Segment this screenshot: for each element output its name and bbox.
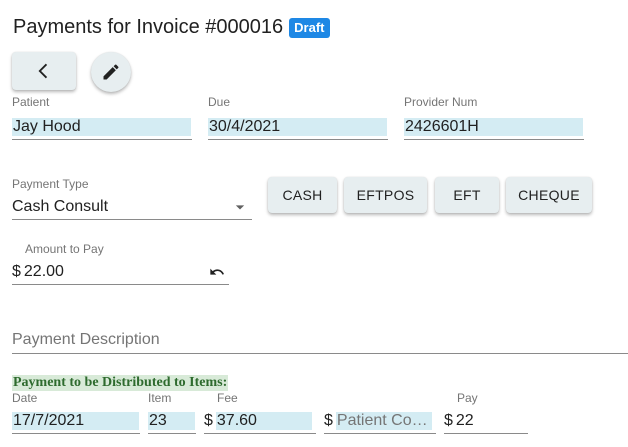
fee-label: Fee — [217, 391, 238, 405]
amount-value: 22.00 — [23, 262, 64, 280]
row-item-field[interactable]: 23 — [148, 408, 196, 434]
cheque-button[interactable]: CHEQUE — [506, 177, 592, 213]
row-fee-prefix: $ — [204, 411, 213, 429]
provider-num-label: Provider Num — [404, 95, 478, 109]
edit-button[interactable] — [91, 52, 131, 92]
due-label: Due — [208, 95, 231, 109]
chevron-left-icon — [38, 63, 48, 79]
patient-label: Patient — [12, 95, 50, 109]
row-pay-value: 22 — [455, 411, 474, 429]
due-field[interactable]: 30/4/2021 — [208, 114, 388, 140]
row-date-value: 17/7/2021 — [12, 411, 139, 430]
status-badge: Draft — [289, 17, 330, 38]
row-date-field[interactable]: 17/7/2021 — [12, 408, 140, 434]
distribution-title: Payment to be Distributed to Items: — [12, 375, 229, 391]
row-contrib-prefix: $ — [324, 411, 333, 429]
eftpos-button[interactable]: EFTPOS — [344, 177, 427, 213]
amount-label: Amount to Pay — [25, 242, 104, 256]
row-item-value: 23 — [148, 411, 195, 430]
provider-num-field[interactable]: 2426601H — [404, 114, 584, 140]
amount-field[interactable]: $ 22.00 — [12, 259, 229, 285]
cash-button[interactable]: CASH — [268, 177, 337, 213]
row-patient-contribution-field[interactable]: $ Patient Cont… — [324, 408, 436, 434]
item-label: Item — [148, 391, 172, 405]
patient-value: Jay Hood — [12, 117, 191, 136]
due-value: 30/4/2021 — [208, 117, 387, 136]
eft-button[interactable]: EFT — [435, 177, 499, 213]
row-fee-value: 37.60 — [215, 411, 312, 430]
date-label: Date — [12, 391, 38, 405]
payment-description-field[interactable]: Payment Description — [12, 326, 628, 354]
payment-type-label: Payment Type — [12, 177, 89, 191]
provider-num-value: 2426601H — [404, 117, 583, 136]
row-fee-field[interactable]: $ 37.60 — [204, 408, 316, 434]
row-pay-field[interactable]: $ 22 — [444, 408, 528, 434]
dropdown-arrow-icon — [235, 204, 245, 209]
page-header: Payments for Invoice #000016 Draft — [13, 16, 330, 39]
patient-field[interactable]: Jay Hood — [12, 114, 192, 140]
undo-icon[interactable] — [209, 264, 225, 280]
page-title: Payments for Invoice #000016 — [13, 16, 284, 38]
pencil-icon — [103, 64, 119, 80]
payment-type-value: Cash Consult — [12, 197, 109, 215]
payment-description-placeholder: Payment Description — [12, 330, 160, 348]
pay-label: Pay — [457, 391, 478, 405]
row-pay-prefix: $ — [444, 411, 453, 429]
row-contrib-placeholder: Patient Cont… — [335, 411, 432, 430]
back-button[interactable] — [12, 52, 76, 90]
amount-prefix: $ — [12, 262, 21, 280]
payment-type-select[interactable]: Cash Consult — [12, 194, 252, 220]
